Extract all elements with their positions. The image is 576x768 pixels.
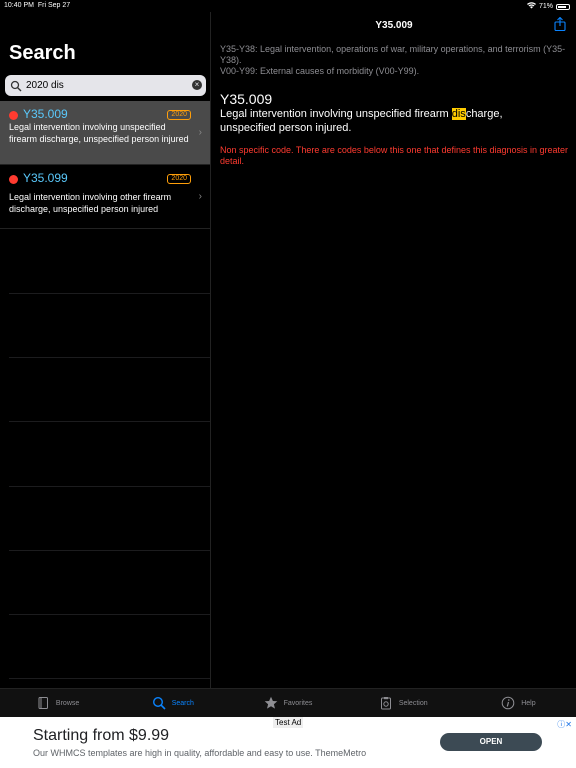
divider	[9, 550, 210, 551]
info-icon	[501, 696, 515, 710]
clear-search-icon[interactable]: ×	[192, 80, 202, 90]
search-icon	[10, 80, 22, 91]
result-description: Legal intervention involving other firea…	[9, 192, 172, 214]
tab-label: Search	[171, 699, 194, 707]
share-icon[interactable]	[554, 17, 566, 31]
status-right: 71%	[526, 2, 570, 11]
code-hierarchy: Y35-Y38: Legal intervention, operations …	[220, 44, 570, 77]
book-icon	[38, 697, 48, 709]
search-field[interactable]: ×	[5, 75, 206, 96]
ad-open-button[interactable]: OPEN	[440, 733, 542, 751]
ad-label: Test Ad	[273, 717, 304, 728]
tab-label: Favorites	[283, 699, 313, 707]
year-badge: 2020	[167, 110, 191, 120]
tab-label: Help	[521, 699, 536, 707]
year-badge: 2020	[167, 174, 191, 184]
search-input[interactable]	[26, 80, 186, 91]
tab-browse[interactable]: Browse	[0, 689, 115, 717]
chevron-right-icon: ›	[198, 127, 202, 138]
code-heading: Y35.009	[220, 91, 273, 107]
divider	[9, 293, 210, 294]
results-list: Y35.009 2020 Legal intervention involvin…	[0, 101, 210, 229]
status-time-date: 10:40 PM Fri Sep 27	[4, 2, 70, 9]
divider	[9, 421, 210, 422]
battery-percent: 71%	[538, 3, 553, 10]
status-dot-icon	[9, 111, 18, 120]
page-title: Search	[9, 42, 76, 64]
detail-pane: Y35.009 Y35-Y38: Legal intervention, ope…	[212, 12, 576, 688]
divider	[9, 357, 210, 358]
ad-description: Our WHMCS templates are high in quality,…	[33, 748, 367, 758]
search-sidebar: Search × Y35.009 2020 Legal intervention…	[0, 12, 211, 688]
hierarchy-parent: Y35-Y38: Legal intervention, operations …	[220, 44, 566, 65]
divider	[9, 678, 210, 679]
ad-headline[interactable]: Starting from $9.99	[33, 727, 169, 745]
chevron-right-icon: ›	[198, 191, 202, 202]
result-code: Y35.099	[23, 171, 68, 185]
list-item[interactable]: Y35.099 2020 Legal intervention involvin…	[0, 165, 210, 229]
result-description: Legal intervention involving unspecified…	[9, 122, 189, 144]
status-dot-icon	[9, 175, 18, 184]
search-icon	[152, 696, 166, 710]
clipboard-icon	[380, 697, 391, 710]
wifi-icon	[526, 2, 536, 11]
nav-title: Y35.009	[375, 20, 413, 31]
ad-choices-icon[interactable]: ⓘ✕	[557, 719, 572, 730]
tab-bar: Browse Search Favorites Selection Help	[0, 688, 576, 717]
non-specific-note: Non specific code. There are codes below…	[220, 145, 569, 166]
status-time: 10:40 PM	[4, 2, 34, 9]
search-highlight: dis	[451, 108, 466, 120]
tab-label: Selection	[398, 699, 428, 707]
star-icon	[264, 696, 277, 709]
status-bar: 10:40 PM Fri Sep 27 71%	[0, 0, 576, 12]
divider	[9, 486, 210, 487]
ad-banner[interactable]: Test Ad ⓘ✕ Starting from $9.99 Our WHMCS…	[0, 717, 576, 768]
tab-favorites[interactable]: Favorites	[230, 689, 345, 717]
battery-icon	[556, 3, 570, 10]
divider	[9, 614, 210, 615]
hierarchy-root: V00-Y99: External causes of morbidity (V…	[220, 66, 420, 76]
desc-text: Legal intervention involving unspecified…	[220, 108, 452, 120]
status-date: Fri Sep 27	[37, 2, 71, 9]
code-description: Legal intervention involving unspecified…	[220, 107, 560, 135]
result-code: Y35.009	[23, 107, 68, 121]
tab-label: Browse	[55, 699, 80, 707]
tab-selection[interactable]: Selection	[346, 689, 461, 717]
tab-search[interactable]: Search	[115, 689, 230, 717]
list-item[interactable]: Y35.009 2020 Legal intervention involvin…	[0, 101, 210, 165]
tab-help[interactable]: Help	[461, 689, 576, 717]
